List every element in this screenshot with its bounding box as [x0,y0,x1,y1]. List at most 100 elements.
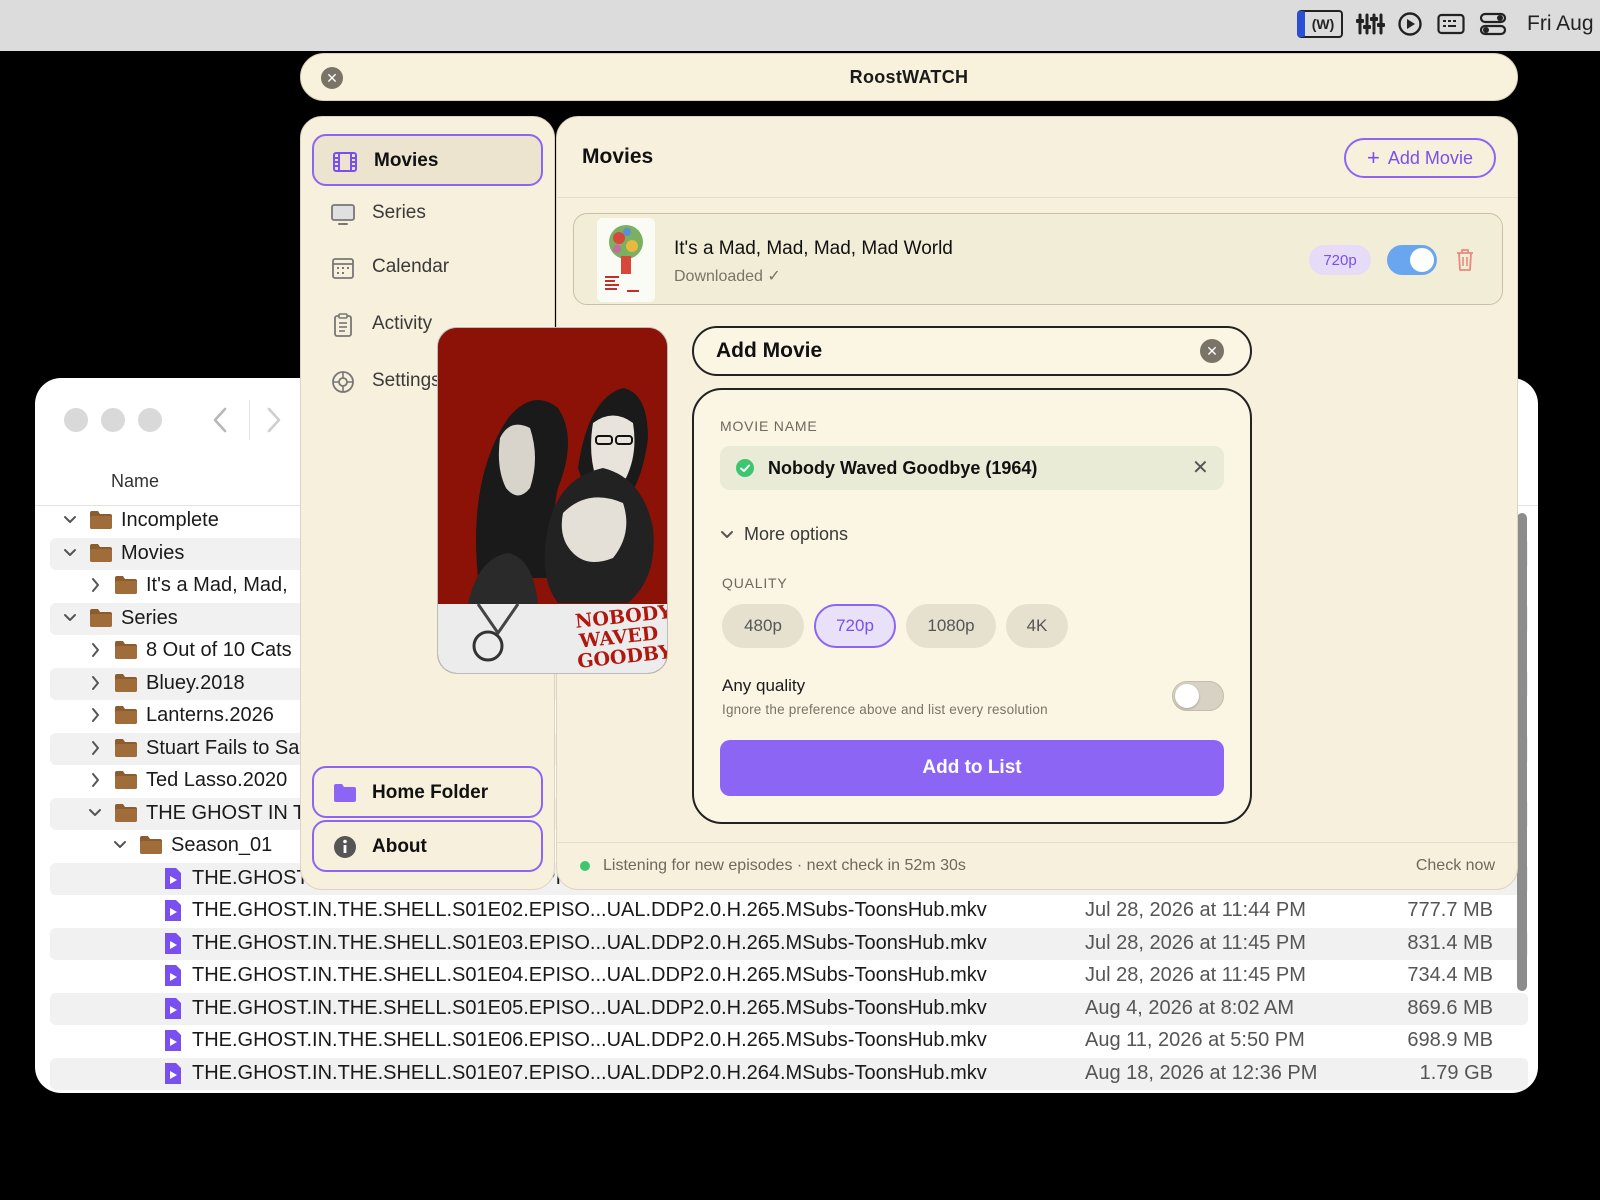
clear-icon[interactable]: ✕ [1192,455,1209,480]
movie-card[interactable]: It's a Mad, Mad, Mad, Mad World Download… [573,213,1503,305]
folder-icon [115,673,137,692]
file-name: It's a Mad, Mad, [146,574,288,596]
video-file-icon [165,932,181,954]
control-center-icon[interactable] [1478,10,1508,38]
about-button[interactable]: About [312,820,543,872]
file-date: Aug 11, 2026 at 5:50 PM [1085,1029,1305,1051]
check-circle-icon [736,459,754,477]
any-quality-title: Any quality [722,676,806,695]
video-file-icon [165,997,181,1019]
file-row[interactable]: THE.GHOST.IN.THE.SHELL.S01E04.EPISO...UA… [50,960,1528,992]
quality-option-720p[interactable]: 720p [814,604,896,648]
window-close-button[interactable] [64,408,88,432]
about-label: About [372,836,427,857]
file-name: THE.GHOST.IN.THE.SHELL.S01E06.EPISO...UA… [192,1029,987,1051]
home-folder-label: Home Folder [372,782,489,803]
file-date: Aug 18, 2026 at 12:36 PM [1085,1061,1318,1084]
chevron-right-icon[interactable] [87,739,103,757]
quality-option-480p[interactable]: 480p [722,604,804,648]
add-movie-label: Add Movie [1387,147,1473,168]
file-row[interactable]: THE.GHOST.IN.THE.SHELL.S01E03.EPISO...UA… [50,927,1528,960]
chevron-right-icon[interactable] [87,674,103,692]
check-now-button[interactable]: Check now [1416,857,1495,875]
file-row[interactable]: THE.GHOST.IN.THE.SHELL.S01E06.EPISO...UA… [50,1025,1528,1057]
folder-icon [115,641,137,659]
scrollbar-thumb[interactable] [1517,513,1527,991]
keyboard-icon[interactable] [1436,10,1466,38]
folder-icon [115,803,137,822]
file-row[interactable]: THE.GHOST.IN.THE.SHELL.S01E02.EPISO...UA… [50,895,1528,927]
equalizer-icon[interactable] [1355,10,1385,38]
app-title: RoostWATCH [849,67,969,87]
file-row[interactable]: THE.GHOST.IN.THE.SHELL.S01E07.EPISO...UA… [50,1057,1528,1090]
file-name: Ted Lasso.2020 [146,769,288,791]
film-icon [333,152,357,172]
sidebar-item-label: Settings [372,370,441,391]
add-movie-dialog: MOVIE NAME Nobody Waved Goodbye (1964) ✕… [692,388,1252,824]
quality-label: QUALITY [722,575,788,591]
menu-bar-clock[interactable]: Fri Aug [1527,12,1594,36]
chevron-right-icon [267,407,281,433]
chevron-right-icon[interactable] [87,641,103,659]
any-quality-toggle[interactable] [1172,681,1224,711]
dialog-close-button[interactable]: ✕ [1200,339,1224,363]
home-folder-button[interactable]: Home Folder [312,766,543,818]
movie-enabled-toggle[interactable] [1387,245,1437,275]
footer-divider [557,842,1517,843]
movie-name-label: MOVIE NAME [720,418,818,434]
file-name: Bluey.2018 [146,671,245,694]
quality-option-4k[interactable]: 4K [1006,604,1068,648]
window-minimize-button[interactable] [101,408,125,432]
chevron-right-icon[interactable] [87,576,103,594]
video-file-icon [165,1030,181,1051]
movie-poster-thumbnail [597,218,655,302]
movie-poster-preview: NOBODY WAVED GOODBYE [437,327,668,674]
info-icon [334,836,356,858]
quality-option-1080p[interactable]: 1080p [906,604,996,648]
movie-name-value: Nobody Waved Goodbye (1964) [768,458,1038,478]
file-date: Jul 28, 2026 at 11:45 PM [1085,931,1306,954]
movie-name-field[interactable]: Nobody Waved Goodbye (1964) ✕ [720,446,1224,490]
forward-button[interactable] [255,400,291,440]
folder-icon [115,738,137,757]
column-header-name[interactable]: Name [111,471,159,492]
file-name: Season_01 [171,834,273,856]
more-options-toggle[interactable]: More options [720,524,848,545]
file-size: 777.7 MB [1407,899,1493,921]
sidebar-item-calendar[interactable]: Calendar [312,242,543,294]
file-size: 1.79 GB [1419,1061,1493,1084]
status-text: Listening for new episodes · next check … [603,857,966,874]
calendar-icon [332,258,354,279]
w-badge-icon[interactable]: (W) [1297,10,1343,38]
chevron-down-icon[interactable] [112,836,128,854]
page-title: Movies [582,145,654,168]
file-name: THE GHOST IN T [146,801,306,824]
file-name: Lanterns.2026 [146,704,274,726]
trash-icon[interactable] [1454,247,1476,273]
clipboard-icon [334,313,352,337]
add-movie-button[interactable]: + Add Movie [1344,138,1496,178]
chevron-right-icon[interactable] [87,706,103,724]
chevron-down-icon[interactable] [62,609,78,627]
sidebar-item-label: Series [372,202,426,223]
back-button[interactable] [203,400,239,440]
window-zoom-button[interactable] [138,408,162,432]
file-row[interactable]: THE.GHOST.IN.THE.SHELL.S01E05.EPISO...UA… [50,992,1528,1025]
chevron-down-icon[interactable] [62,544,78,562]
sidebar-item-series[interactable]: Series [312,188,543,240]
video-file-icon [165,1062,181,1084]
chevron-right-icon[interactable] [87,771,103,789]
folder-icon [140,836,162,854]
chevron-down-icon[interactable] [62,511,78,529]
sidebar-item-label: Calendar [372,256,450,277]
folder-icon [90,608,112,627]
play-circle-icon[interactable] [1396,10,1424,38]
add-to-list-button[interactable]: Add to List [720,740,1224,796]
close-icon: ✕ [1206,343,1218,359]
file-name: THE.GHOST.IN.THE.SHELL.S01E04.EPISO...UA… [192,964,987,986]
folder-icon [115,771,137,789]
chevron-down-icon[interactable] [87,804,103,822]
dialog-title: Add Movie [716,339,823,362]
sidebar-item-movies[interactable]: Movies [312,134,543,186]
file-name: THE.GHOST.IN.THE.SHELL.S01E02.EPISO...UA… [192,899,987,921]
